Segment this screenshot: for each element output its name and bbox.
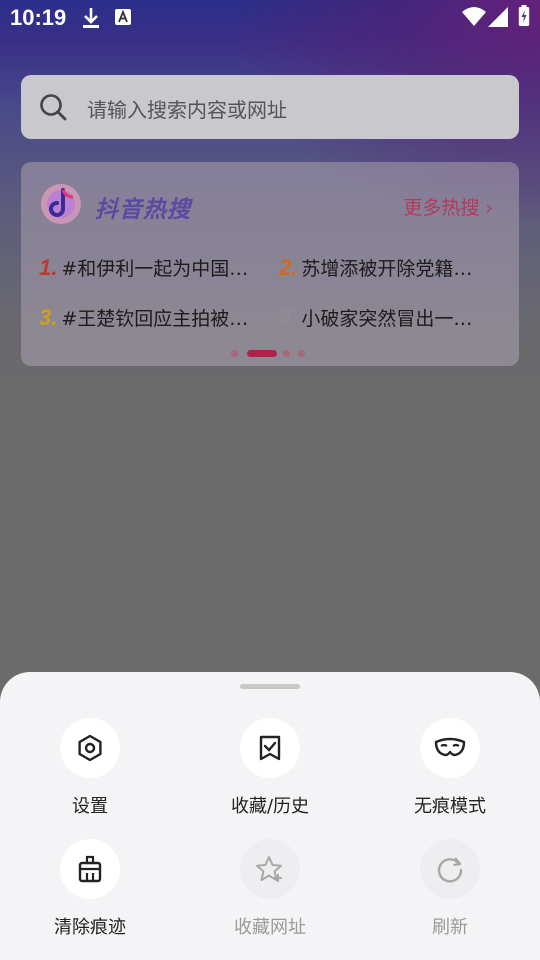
more-hot-link[interactable]: 更多热搜 › <box>403 193 493 220</box>
hot-text: #王楚钦回应主拍被… <box>61 308 249 330</box>
menu-item-bookmark-url[interactable]: 收藏网址 <box>180 839 360 939</box>
page-dot-active <box>247 350 277 357</box>
incognito-mask-icon <box>420 718 480 778</box>
status-bar: 10:19 <box>0 0 540 36</box>
hot-card-title: 抖音热搜 <box>95 197 191 223</box>
douyin-logo-icon <box>39 182 83 230</box>
douyin-hot-search-card[interactable]: 抖音热搜 更多热搜 › 1. #和伊利一起为中国… 2. 苏增添被开除党籍… 3. #… <box>21 162 519 366</box>
status-time: 10:19 <box>10 5 67 30</box>
sheet-handle[interactable] <box>240 684 300 689</box>
clear-trash-icon <box>60 839 120 899</box>
page-dot <box>298 350 305 357</box>
menu-label: 清除痕迹 <box>54 917 126 938</box>
hot-item[interactable]: 4. 小破家突然冒出一… <box>279 304 511 331</box>
menu-item-bookmarks-history[interactable]: 收藏/历史 <box>180 718 360 818</box>
hot-item[interactable]: 2. 苏增添被开除党籍… <box>279 254 511 281</box>
menu-label: 无痕模式 <box>414 796 486 817</box>
bookmark-check-icon <box>240 718 300 778</box>
settings-hexagon-icon <box>60 718 120 778</box>
hot-text: 苏增添被开除党籍… <box>301 258 473 280</box>
battery-charging-icon <box>518 5 530 31</box>
search-bar[interactable]: 请输入搜索内容或网址 <box>21 75 519 139</box>
hot-rank: 4. <box>279 305 298 330</box>
menu-label: 设置 <box>72 796 108 817</box>
page-dot <box>283 350 290 357</box>
a-keyboard-icon <box>114 8 132 30</box>
page-dot <box>231 350 238 357</box>
refresh-icon <box>420 839 480 899</box>
hot-item[interactable]: 1. #和伊利一起为中国… <box>39 254 267 281</box>
menu-item-refresh[interactable]: 刷新 <box>360 839 540 939</box>
menu-label: 刷新 <box>432 917 468 938</box>
hot-item[interactable]: 3. #王楚钦回应主拍被… <box>39 304 267 331</box>
search-icon <box>39 93 67 125</box>
hot-rank: 2. <box>279 255 298 280</box>
search-placeholder: 请输入搜索内容或网址 <box>87 98 287 122</box>
wifi-icon <box>462 7 486 31</box>
menu-item-settings[interactable]: 设置 <box>0 718 180 818</box>
signal-icon <box>488 7 508 31</box>
menu-item-incognito[interactable]: 无痕模式 <box>360 718 540 818</box>
hot-text: 小破家突然冒出一… <box>301 308 473 330</box>
download-icon <box>80 6 102 34</box>
menu-label: 收藏网址 <box>234 917 306 938</box>
menu-item-clear-traces[interactable]: 清除痕迹 <box>0 839 180 939</box>
menu-label: 收藏/历史 <box>230 796 310 817</box>
star-add-icon <box>240 839 300 899</box>
hot-rank: 3. <box>39 305 58 330</box>
bottom-sheet-menu: 设置 收藏/历史 无痕模式 清除痕迹 收藏网址 刷新 <box>0 672 540 960</box>
hot-text: #和伊利一起为中国… <box>61 258 249 280</box>
hot-rank: 1. <box>39 255 58 280</box>
